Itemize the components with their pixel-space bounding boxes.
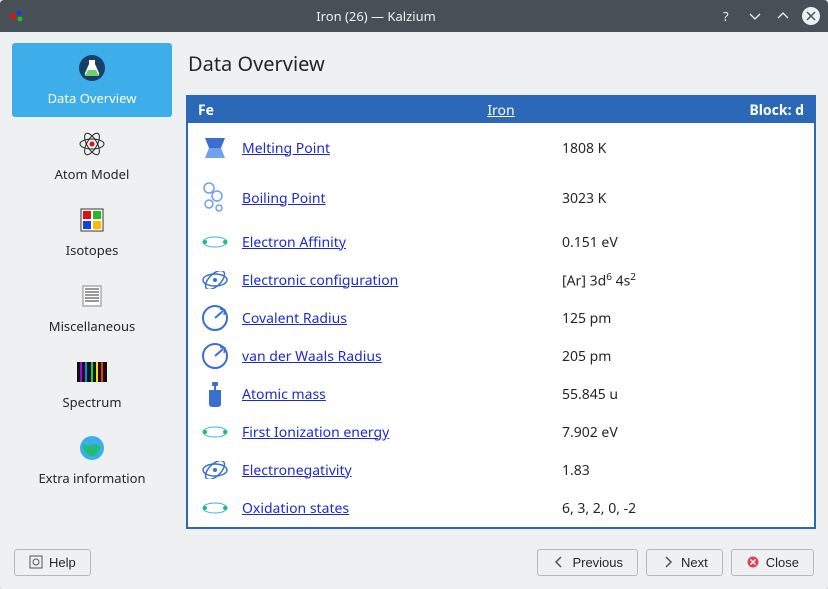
sidebar-item-label: Atom Model [55, 165, 130, 183]
table-row: van der Waals Radius 205 pm [188, 337, 814, 375]
table-row: Electron Affinity 0.151 eV [188, 223, 814, 261]
property-link[interactable]: Covalent Radius [242, 309, 347, 328]
spectrum-icon [75, 355, 109, 389]
covalent-radius-icon [188, 304, 242, 332]
table-row: Atomic mass 55.845 u [188, 375, 814, 413]
property-link[interactable]: Atomic mass [242, 385, 326, 404]
property-value: 125 pm [562, 309, 814, 328]
titlebar: Iron (26) — Kalzium ? [0, 0, 828, 32]
table-row: Oxidation states 6, 3, 2, 0, -2 [188, 489, 814, 527]
help-icon[interactable]: ? [718, 7, 736, 25]
button-label: Help [49, 555, 76, 570]
main-panel: Data Overview Fe Iron Block: d Melting P… [172, 42, 816, 535]
sidebar-item-label: Spectrum [63, 393, 122, 411]
electron-affinity-icon [188, 233, 242, 251]
close-icon[interactable] [802, 7, 820, 25]
vdw-radius-icon [188, 342, 242, 370]
property-link[interactable]: Electronic configuration [242, 271, 398, 290]
globe-icon [75, 431, 109, 465]
element-name[interactable]: Iron [278, 101, 724, 120]
button-label: Next [681, 555, 708, 570]
table-row: Electronegativity 1.83 [188, 451, 814, 489]
help-icon [29, 555, 43, 569]
electronegativity-icon [188, 461, 242, 479]
flask-icon [75, 51, 109, 85]
property-link[interactable]: First Ionization energy [242, 423, 389, 442]
electronic-config-icon [188, 271, 242, 289]
sidebar-item-label: Isotopes [66, 241, 119, 259]
table-row: Boiling Point 3023 K [188, 173, 814, 223]
minimize-icon[interactable] [746, 7, 764, 25]
property-link[interactable]: van der Waals Radius [242, 347, 382, 366]
melting-point-icon [188, 132, 242, 164]
property-link[interactable]: Electronegativity [242, 461, 352, 480]
chevron-right-icon [661, 555, 675, 569]
table-row: Electronic configuration [Ar] 3d6 4s2 [188, 261, 814, 299]
chevron-left-icon [552, 555, 566, 569]
sidebar-item-label: Data Overview [48, 89, 137, 107]
property-value: 3023 K [562, 189, 814, 208]
property-link[interactable]: Melting Point [242, 139, 330, 158]
property-link[interactable]: Boiling Point [242, 189, 326, 208]
table-row: Melting Point 1808 K [188, 123, 814, 173]
footer: Help Previous Next Close [0, 541, 828, 589]
sidebar-item-miscellaneous[interactable]: Miscellaneous [12, 271, 172, 345]
property-value: [Ar] 3d6 4s2 [562, 269, 814, 291]
sidebar-item-data-overview[interactable]: Data Overview [12, 43, 172, 117]
oxidation-icon [188, 499, 242, 517]
property-value: 0.151 eV [562, 233, 814, 252]
ionization-icon [188, 423, 242, 441]
atomic-mass-icon [188, 380, 242, 408]
element-symbol: Fe [198, 101, 278, 120]
lines-icon [75, 279, 109, 313]
window-title: Iron (26) — Kalzium [34, 7, 718, 25]
close-x-icon [746, 555, 760, 569]
table-row: First Ionization energy 7.902 eV [188, 413, 814, 451]
property-value: 1.83 [562, 461, 814, 480]
maximize-icon[interactable] [774, 7, 792, 25]
property-value: 6, 3, 2, 0, -2 [562, 499, 814, 518]
sidebar-item-extra-information[interactable]: Extra information [12, 423, 172, 497]
property-link[interactable]: Oxidation states [242, 499, 349, 518]
svg-text:?: ? [723, 9, 729, 23]
previous-button[interactable]: Previous [537, 549, 638, 576]
table-header: Fe Iron Block: d [188, 97, 814, 123]
atom-icon [75, 127, 109, 161]
app-icon [8, 7, 26, 25]
sidebar-item-isotopes[interactable]: Isotopes [12, 195, 172, 269]
sidebar: Data Overview Atom Model Isotopes Miscel… [12, 42, 172, 535]
property-value: 1808 K [562, 139, 814, 158]
property-value: 205 pm [562, 347, 814, 366]
table-row: Covalent Radius 125 pm [188, 299, 814, 337]
button-label: Close [766, 555, 799, 570]
page-title: Data Overview [188, 50, 816, 77]
property-link[interactable]: Electron Affinity [242, 233, 346, 252]
boiling-point-icon [188, 180, 242, 216]
button-label: Previous [572, 555, 623, 570]
data-table: Fe Iron Block: d Melting Point 1808 K [186, 95, 816, 529]
sidebar-item-atom-model[interactable]: Atom Model [12, 119, 172, 193]
sidebar-item-spectrum[interactable]: Spectrum [12, 347, 172, 421]
help-button[interactable]: Help [14, 549, 91, 576]
close-button[interactable]: Close [731, 549, 814, 576]
sidebar-item-label: Extra information [38, 469, 145, 487]
isotopes-icon [75, 203, 109, 237]
element-block: Block: d [724, 101, 804, 120]
property-value: 7.902 eV [562, 423, 814, 442]
next-button[interactable]: Next [646, 549, 723, 576]
sidebar-item-label: Miscellaneous [49, 317, 135, 335]
property-value: 55.845 u [562, 385, 814, 404]
